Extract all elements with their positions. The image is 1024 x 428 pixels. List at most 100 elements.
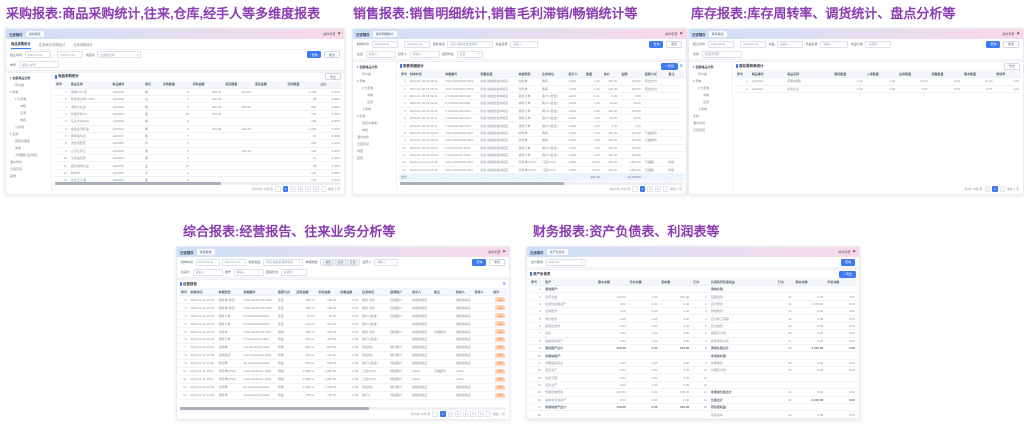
text-input[interactable]: 请输入 bbox=[234, 269, 264, 276]
tree-item[interactable]: ▾ 家电 bbox=[7, 89, 50, 96]
page-button[interactable]: 5 bbox=[470, 411, 476, 417]
tree-item[interactable]: 肉类 bbox=[7, 145, 50, 152]
tree-item[interactable]: 日用百货 bbox=[7, 166, 50, 173]
page-button[interactable]: 3 bbox=[298, 186, 304, 192]
gear-icon[interactable]: ⚙ bbox=[679, 64, 683, 68]
date-input[interactable]: 2024-01-31 bbox=[404, 41, 430, 48]
tree-item[interactable]: 空调 bbox=[354, 99, 395, 106]
detail-badge[interactable]: 详情 bbox=[495, 321, 505, 326]
text-input[interactable]: 请输入 bbox=[193, 269, 223, 276]
page-button[interactable]: 1 bbox=[283, 186, 289, 192]
text-input[interactable]: 请输入 bbox=[410, 51, 440, 58]
page-button[interactable]: › bbox=[663, 186, 669, 192]
tree-item[interactable]: 生鲜 bbox=[690, 113, 731, 120]
reset-button[interactable]: 重置 bbox=[324, 51, 340, 58]
page-button[interactable]: 4 bbox=[463, 411, 469, 417]
page-button[interactable]: 3 bbox=[455, 411, 461, 417]
tree-item[interactable]: 母婴 bbox=[354, 148, 395, 155]
detail-badge[interactable]: 详情 bbox=[495, 313, 505, 318]
search-button[interactable]: 查询 bbox=[841, 259, 855, 266]
select-input[interactable]: 全部供应商▾ bbox=[97, 51, 141, 58]
page-button[interactable]: 6 bbox=[478, 411, 484, 417]
page-button[interactable]: 5 bbox=[313, 186, 319, 192]
detail-badge[interactable]: 详情 bbox=[495, 337, 505, 342]
select-input[interactable]: 2024-01▾ bbox=[546, 259, 586, 266]
tree-item[interactable]: ▾ 全部商品分类 bbox=[7, 75, 50, 82]
reset-button[interactable]: 重置 bbox=[666, 41, 682, 48]
sub-tab[interactable]: 仓库采购统计 bbox=[73, 42, 93, 49]
bookmark-icon[interactable]: ⚑ bbox=[1016, 32, 1020, 36]
manual-link[interactable]: 操作手册 bbox=[838, 250, 850, 254]
gear-icon[interactable]: ⚙ bbox=[502, 282, 506, 286]
bookmark-icon[interactable]: ⚑ bbox=[679, 32, 683, 36]
bookmark-icon[interactable]: ⚑ bbox=[502, 250, 506, 254]
export-button[interactable]: + 导出 bbox=[661, 63, 678, 70]
text-input[interactable]: 请选择 bbox=[865, 41, 891, 48]
sub-tab[interactable]: 往来单位采购统计 bbox=[39, 42, 65, 49]
tree-item[interactable]: 冰箱 bbox=[690, 92, 731, 99]
tree-item[interactable]: 小家电 bbox=[7, 124, 50, 131]
manual-link[interactable]: 操作手册 bbox=[323, 32, 335, 36]
tree-item[interactable]: ▾ 全部商品分类 bbox=[354, 64, 395, 71]
page-button[interactable]: › bbox=[486, 411, 492, 417]
tree-item[interactable]: 蔬菜水果类 bbox=[354, 120, 395, 127]
bookmark-icon[interactable]: ⚑ bbox=[337, 32, 341, 36]
date-input[interactable]: 2024-01-01 bbox=[372, 41, 398, 48]
manual-link[interactable]: 操作手册 bbox=[1002, 32, 1014, 36]
reset-button[interactable]: 重置 bbox=[1003, 41, 1019, 48]
detail-badge[interactable]: 详情 bbox=[495, 377, 505, 382]
detail-badge[interactable]: 详情 bbox=[495, 385, 505, 390]
manual-link[interactable]: 操作手册 bbox=[488, 250, 500, 254]
detail-badge[interactable]: 详情 bbox=[495, 369, 505, 374]
tree-item[interactable]: ▾ 家电 bbox=[690, 78, 731, 85]
detail-badge[interactable]: 详情 bbox=[495, 305, 505, 310]
window-tab[interactable]: 资产负债表 bbox=[547, 249, 568, 255]
date-input[interactable]: 2024-06-01 bbox=[708, 41, 734, 48]
tree-item[interactable]: ▾ 生鲜 bbox=[354, 113, 395, 120]
page-button[interactable]: 1 bbox=[992, 186, 998, 192]
tree-item[interactable]: 空调 bbox=[690, 99, 731, 106]
search-button[interactable]: 查询 bbox=[472, 259, 486, 266]
window-tab[interactable]: 采购报表 bbox=[26, 31, 44, 37]
bookmark-icon[interactable]: ⚑ bbox=[852, 250, 856, 254]
export-button[interactable]: 导出 bbox=[1004, 63, 1020, 70]
tree-item[interactable]: ▾ 大家电 bbox=[690, 85, 731, 92]
tree-item[interactable]: 蔬菜水果类 bbox=[7, 138, 50, 145]
date-input[interactable]: 2024-06-30 bbox=[740, 41, 766, 48]
detail-badge[interactable]: 详情 bbox=[495, 353, 505, 358]
date-input[interactable]: 2024-01-31 bbox=[222, 259, 246, 266]
date-input[interactable]: 2024-01-01 bbox=[25, 51, 51, 58]
select-input[interactable]: 全部▾ bbox=[457, 51, 483, 58]
date-input[interactable]: 2024-01-31 bbox=[57, 51, 83, 58]
tree-item[interactable]: 待分类 bbox=[690, 71, 731, 78]
page-button[interactable]: › bbox=[321, 186, 327, 192]
manual-link[interactable]: 操作手册 bbox=[665, 32, 677, 36]
text-input[interactable]: 请输入 bbox=[777, 41, 803, 48]
page-button[interactable]: 2 bbox=[290, 186, 296, 192]
page-button[interactable]: ‹ bbox=[985, 186, 991, 192]
tree-item[interactable]: ▾ 大家电 bbox=[354, 85, 395, 92]
page-button[interactable]: ‹ bbox=[432, 411, 438, 417]
detail-badge[interactable]: 详情 bbox=[495, 345, 505, 350]
export-button[interactable]: 导出 bbox=[325, 73, 341, 80]
text-input[interactable]: 请输入 bbox=[374, 259, 398, 266]
text-input[interactable]: 请选择 bbox=[281, 269, 307, 276]
page-button[interactable]: 4 bbox=[305, 186, 311, 192]
tree-item[interactable]: 酒水饮料 bbox=[7, 159, 50, 166]
tree-item[interactable]: ▾ 全部商品分类 bbox=[690, 64, 731, 71]
tree-item[interactable]: 其他 bbox=[7, 173, 50, 180]
text-input[interactable]: 请输入 bbox=[366, 51, 396, 58]
tree-item[interactable]: 空调 bbox=[7, 110, 50, 117]
window-tab[interactable]: 库存报表 bbox=[709, 31, 727, 37]
tree-item[interactable]: 冰箱 bbox=[7, 103, 50, 110]
page-button[interactable]: 1 bbox=[640, 186, 646, 192]
tree-item[interactable]: 待分类 bbox=[354, 71, 395, 78]
detail-badge[interactable]: 详情 bbox=[495, 361, 505, 366]
type-multiselect[interactable]: 销售退货订货 bbox=[320, 259, 360, 266]
page-button[interactable]: 3 bbox=[655, 186, 661, 192]
page-button[interactable]: 2 bbox=[647, 186, 653, 192]
tree-item[interactable]: ▾ 家电 bbox=[354, 78, 395, 85]
select-input[interactable]: 综合-诚霖批发体验店▾ bbox=[263, 259, 303, 266]
search-button[interactable]: 查询 bbox=[649, 41, 663, 48]
tree-item[interactable]: 待分类 bbox=[7, 82, 50, 89]
